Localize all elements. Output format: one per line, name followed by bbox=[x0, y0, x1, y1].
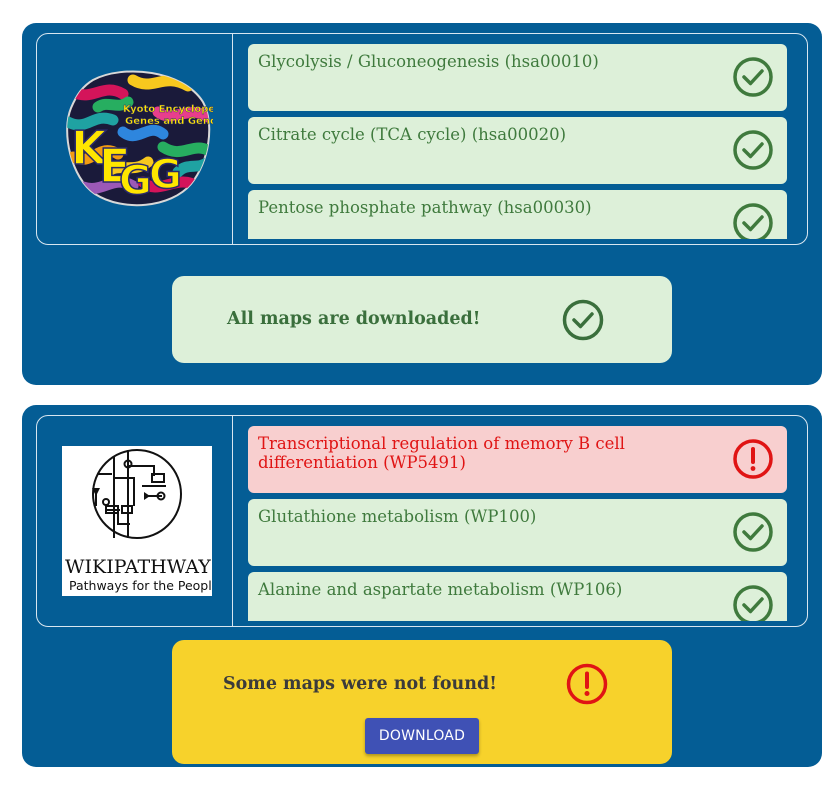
check-circle-icon bbox=[733, 512, 773, 552]
svg-text:Pathways for the People: Pathways for the People bbox=[69, 578, 212, 593]
check-circle-icon bbox=[733, 130, 773, 170]
map-item-label: Citrate cycle (TCA cycle) (hsa00020) bbox=[258, 125, 567, 144]
wikipathways-status-box: Some maps were not found! DOWNLOAD bbox=[172, 640, 672, 764]
download-button[interactable]: DOWNLOAD bbox=[365, 718, 479, 754]
check-circle-icon bbox=[733, 57, 773, 97]
wikipathways-logo: WIKIPATHWAYS Pathways for the People bbox=[62, 446, 212, 596]
kegg-map-list[interactable]: Glycolysis / Gluconeogenesis (hsa00010) … bbox=[248, 34, 789, 239]
map-item-label: Glycolysis / Gluconeogenesis (hsa00010) bbox=[258, 52, 599, 71]
svg-text:G: G bbox=[149, 152, 182, 198]
map-item-label: Alanine and aspartate metabolism (WP106) bbox=[258, 580, 623, 599]
map-item-wp100: Glutathione metabolism (WP100) bbox=[248, 499, 787, 566]
svg-text:Kyoto Encyclopedia of: Kyoto Encyclopedia of bbox=[123, 104, 213, 115]
kegg-status-box: All maps are downloaded! bbox=[172, 276, 672, 363]
wikipathways-map-list[interactable]: Transcriptional regulation of memory B c… bbox=[248, 416, 789, 621]
exclamation-circle-icon bbox=[566, 663, 608, 705]
wikipathways-maps-frame: WIKIPATHWAYS Pathways for the People Tra… bbox=[36, 415, 808, 627]
wikipathways-panel: WIKIPATHWAYS Pathways for the People Tra… bbox=[22, 405, 822, 767]
map-item-label: Glutathione metabolism (WP100) bbox=[258, 507, 537, 526]
kegg-status-message: All maps are downloaded! bbox=[227, 309, 481, 329]
map-item-wp106: Alanine and aspartate metabolism (WP106) bbox=[248, 572, 787, 621]
svg-text:G: G bbox=[119, 158, 152, 204]
kegg-maps-frame: K E G G Kyoto Encyclopedia of Genes and … bbox=[36, 33, 808, 245]
map-item-hsa00020: Citrate cycle (TCA cycle) (hsa00020) bbox=[248, 117, 787, 184]
check-circle-icon bbox=[733, 585, 773, 621]
kegg-panel: K E G G Kyoto Encyclopedia of Genes and … bbox=[22, 23, 822, 385]
map-item-wp5491: Transcriptional regulation of memory B c… bbox=[248, 426, 787, 493]
kegg-logo-area: K E G G Kyoto Encyclopedia of Genes and … bbox=[37, 34, 233, 244]
wikipathways-status-message: Some maps were not found! bbox=[223, 674, 497, 694]
map-item-label: Transcriptional regulation of memory B c… bbox=[258, 434, 625, 472]
map-item-hsa00030: Pentose phosphate pathway (hsa00030) bbox=[248, 190, 787, 239]
exclamation-circle-icon bbox=[733, 439, 773, 479]
wikipathways-logo-area: WIKIPATHWAYS Pathways for the People bbox=[37, 416, 233, 626]
check-circle-icon bbox=[733, 203, 773, 239]
map-item-label: Pentose phosphate pathway (hsa00030) bbox=[258, 198, 592, 217]
map-item-hsa00010: Glycolysis / Gluconeogenesis (hsa00010) bbox=[248, 44, 787, 111]
check-circle-icon bbox=[562, 299, 604, 341]
svg-text:Genes and Genomes: Genes and Genomes bbox=[125, 116, 213, 127]
kegg-logo: K E G G Kyoto Encyclopedia of Genes and … bbox=[66, 70, 213, 207]
svg-text:WIKIPATHWAYS: WIKIPATHWAYS bbox=[65, 556, 212, 578]
